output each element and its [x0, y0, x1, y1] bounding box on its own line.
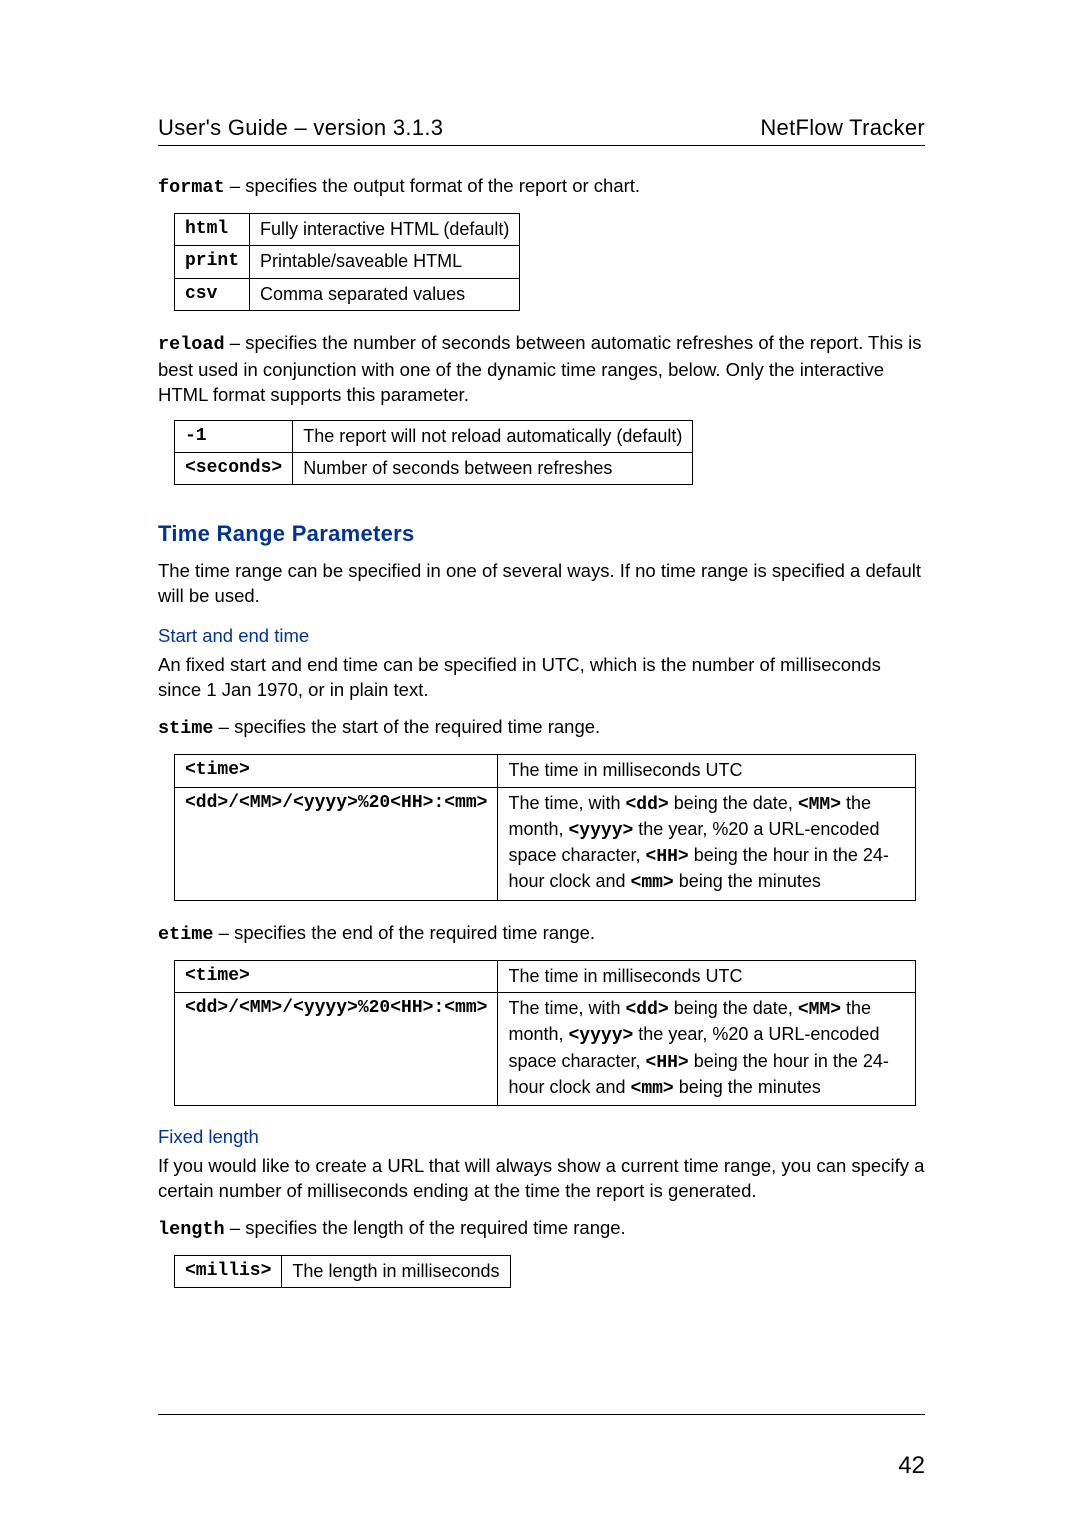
reload-table: -1 The report will not reload automatica… [174, 420, 693, 486]
desc-code: <HH> [646, 847, 689, 867]
stime-row-key: <time> [175, 755, 498, 787]
reload-text: – specifies the number of seconds betwee… [158, 332, 921, 405]
reload-row-key: -1 [175, 420, 293, 452]
table-row: <dd>/<MM>/<yyyy>%20<HH>:<mm> The time, w… [175, 787, 916, 900]
desc-text: being the date, [669, 998, 798, 1018]
desc-text: being the minutes [674, 871, 821, 891]
format-key: format [158, 177, 225, 198]
format-paragraph: format – specifies the output format of … [158, 174, 925, 201]
desc-code: <yyyy> [568, 1026, 633, 1046]
etime-row-key: <dd>/<MM>/<yyyy>%20<HH>:<mm> [175, 992, 498, 1105]
reload-row-val: The report will not reload automatically… [293, 420, 693, 452]
reload-row-val: Number of seconds between refreshes [293, 453, 693, 485]
stime-row-val: The time in milliseconds UTC [498, 755, 916, 787]
desc-code: <mm> [631, 873, 674, 893]
format-row-val: Printable/saveable HTML [250, 246, 520, 278]
format-row-key: print [175, 246, 250, 278]
etime-row-val: The time, with <dd> being the date, <MM>… [498, 992, 916, 1105]
etime-row-val: The time in milliseconds UTC [498, 960, 916, 992]
subheading-start-end: Start and end time [158, 625, 925, 647]
stime-paragraph: stime – specifies the start of the requi… [158, 715, 925, 742]
stime-table: <time> The time in milliseconds UTC <dd>… [174, 754, 916, 900]
length-row-key: <millis> [175, 1256, 282, 1288]
header-right: NetFlow Tracker [760, 115, 925, 141]
length-key: length [158, 1219, 225, 1240]
desc-code: <dd> [626, 1000, 669, 1020]
etime-table: <time> The time in milliseconds UTC <dd>… [174, 960, 916, 1106]
reload-row-key: <seconds> [175, 453, 293, 485]
format-table: html Fully interactive HTML (default) pr… [174, 213, 520, 311]
format-row-val: Comma separated values [250, 278, 520, 310]
length-row-val: The length in milliseconds [282, 1256, 510, 1288]
table-row: print Printable/saveable HTML [175, 246, 520, 278]
table-row: <seconds> Number of seconds between refr… [175, 453, 693, 485]
format-row-val: Fully interactive HTML (default) [250, 213, 520, 245]
stime-key: stime [158, 718, 214, 739]
table-row: <time> The time in milliseconds UTC [175, 755, 916, 787]
etime-key: etime [158, 924, 214, 945]
desc-code: <MM> [798, 1000, 841, 1020]
desc-code: <HH> [646, 1053, 689, 1073]
desc-code: <dd> [626, 795, 669, 815]
stime-row-key: <dd>/<MM>/<yyyy>%20<HH>:<mm> [175, 787, 498, 900]
table-row: <time> The time in milliseconds UTC [175, 960, 916, 992]
page-number: 42 [898, 1452, 925, 1480]
page-header: User's Guide – version 3.1.3 NetFlow Tra… [158, 115, 925, 146]
length-table: <millis> The length in milliseconds [174, 1255, 511, 1288]
length-paragraph: length – specifies the length of the req… [158, 1216, 925, 1243]
time-range-intro: The time range can be specified in one o… [158, 559, 925, 609]
start-end-intro: An fixed start and end time can be speci… [158, 653, 925, 703]
table-row: -1 The report will not reload automatica… [175, 420, 693, 452]
desc-text: being the date, [669, 793, 798, 813]
reload-paragraph: reload – specifies the number of seconds… [158, 331, 925, 408]
footer-rule [158, 1414, 925, 1415]
etime-paragraph: etime – specifies the end of the require… [158, 921, 925, 948]
etime-row-key: <time> [175, 960, 498, 992]
desc-text: The time, with [508, 793, 625, 813]
table-row: <dd>/<MM>/<yyyy>%20<HH>:<mm> The time, w… [175, 992, 916, 1105]
desc-code: <yyyy> [568, 821, 633, 841]
format-text: – specifies the output format of the rep… [225, 175, 640, 196]
header-left: User's Guide – version 3.1.3 [158, 115, 443, 141]
desc-text: being the minutes [674, 1077, 821, 1097]
page-container: User's Guide – version 3.1.3 NetFlow Tra… [0, 0, 1080, 1288]
table-row: <millis> The length in milliseconds [175, 1256, 511, 1288]
reload-key: reload [158, 334, 225, 355]
stime-text: – specifies the start of the required ti… [214, 716, 601, 737]
desc-code: <MM> [798, 795, 841, 815]
subheading-fixed-length: Fixed length [158, 1126, 925, 1148]
section-title-time-range: Time Range Parameters [158, 521, 925, 547]
fixed-length-intro: If you would like to create a URL that w… [158, 1154, 925, 1204]
table-row: html Fully interactive HTML (default) [175, 213, 520, 245]
etime-text: – specifies the end of the required time… [214, 922, 596, 943]
stime-row-val: The time, with <dd> being the date, <MM>… [498, 787, 916, 900]
format-row-key: html [175, 213, 250, 245]
desc-text: The time, with [508, 998, 625, 1018]
format-row-key: csv [175, 278, 250, 310]
length-text: – specifies the length of the required t… [225, 1217, 626, 1238]
desc-code: <mm> [631, 1079, 674, 1099]
table-row: csv Comma separated values [175, 278, 520, 310]
